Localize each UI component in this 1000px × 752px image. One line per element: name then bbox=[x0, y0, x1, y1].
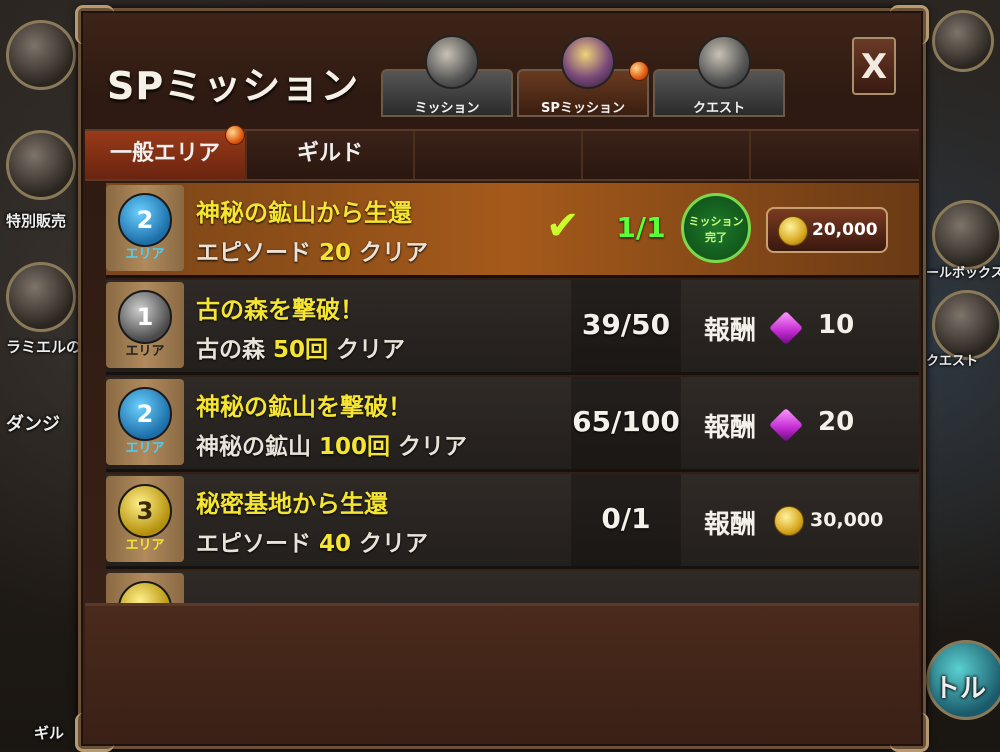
claim-reward-button[interactable]: 20,000 bbox=[766, 207, 888, 253]
quest-helmet-icon bbox=[697, 35, 751, 89]
subtab-empty bbox=[583, 131, 751, 179]
reward-label: 報酬 bbox=[704, 510, 757, 540]
close-button[interactable]: X bbox=[852, 37, 896, 95]
tab-label: クエスト bbox=[692, 101, 745, 116]
subtab-label: 一般エリア bbox=[109, 141, 220, 166]
mission-row[interactable]: 2 エリア 神秘の鉱山を撃破！ 神秘の鉱山 100回 クリア 65/100 報酬… bbox=[106, 377, 919, 472]
mission-progress: 0/1 bbox=[601, 502, 651, 535]
subtab-general-area[interactable]: 一般エリア bbox=[85, 131, 247, 179]
battle-label: トル bbox=[934, 674, 987, 704]
reward-label: 報酬 bbox=[704, 316, 757, 346]
desc-suffix: クリア bbox=[359, 531, 429, 557]
subtab-empty bbox=[751, 131, 919, 179]
area-badge-icon: 2 bbox=[118, 387, 172, 441]
mission-description: エピソード 20 クリア bbox=[196, 233, 428, 267]
tab-label: ミッション bbox=[414, 101, 480, 116]
reward-value: 10 bbox=[818, 310, 855, 340]
mission-row[interactable] bbox=[106, 571, 919, 603]
mission-description: エピソード 40 クリア bbox=[196, 524, 428, 558]
reward-value: 30,000 bbox=[810, 509, 884, 531]
mission-description: 古の森 50回 クリア bbox=[196, 330, 405, 364]
mission-title: 秘密基地から生還 bbox=[196, 490, 388, 518]
purple-gem-icon bbox=[769, 408, 803, 442]
mission-scroll-icon bbox=[425, 35, 479, 89]
special-sale-button[interactable] bbox=[6, 130, 76, 200]
subtab-bar: 一般エリア ギルド bbox=[85, 125, 919, 181]
desc-suffix: クリア bbox=[398, 434, 468, 460]
panel-corner-ornament bbox=[75, 5, 114, 44]
desc-suffix: クリア bbox=[359, 240, 429, 266]
subtab-empty bbox=[415, 131, 583, 179]
panel-footer bbox=[85, 603, 919, 744]
subtab-guild[interactable]: ギルド bbox=[247, 131, 415, 179]
mission-progress: 65/100 bbox=[572, 405, 680, 438]
mission-complete-seal-icon: ミッション完了 bbox=[681, 193, 751, 263]
tab-sp-mission[interactable]: SPミッション bbox=[517, 35, 649, 117]
gold-coin-icon bbox=[778, 216, 808, 246]
mission-list[interactable]: 2 エリア 神秘の鉱山から生還 エピソード 20 クリア ✔ 1/1 ミッション… bbox=[106, 183, 919, 603]
mission-title: 神秘の鉱山から生還 bbox=[196, 199, 412, 227]
desc-count: 100回 bbox=[319, 434, 391, 460]
hero-portrait-button[interactable] bbox=[6, 20, 76, 90]
reward-value: 20 bbox=[818, 407, 855, 437]
settings-gear-icon[interactable] bbox=[932, 10, 994, 72]
notification-dot-icon bbox=[629, 61, 649, 81]
desc-prefix: 古の森 bbox=[196, 337, 265, 363]
sp-mission-panel: SPミッション ミッション SPミッション クエスト X 一般エリア ギルド 2… bbox=[75, 5, 929, 752]
dungeon-label: ダンジ bbox=[6, 414, 60, 435]
panel-corner-ornament bbox=[890, 5, 929, 44]
mission-title: 古の森を撃破！ bbox=[196, 296, 364, 324]
area-label: エリア bbox=[125, 538, 165, 553]
reward-label: 報酬 bbox=[704, 413, 757, 443]
mission-row[interactable]: 2 エリア 神秘の鉱山から生還 エピソード 20 クリア ✔ 1/1 ミッション… bbox=[106, 183, 919, 278]
area-label: エリア bbox=[125, 247, 165, 262]
event-label: ラミエルの bbox=[6, 338, 82, 356]
checkmark-icon: ✔ bbox=[546, 203, 580, 249]
mailbox-button[interactable] bbox=[932, 200, 1000, 270]
panel-title: SPミッション bbox=[107, 64, 360, 108]
tab-quest[interactable]: クエスト bbox=[653, 35, 785, 117]
subtab-label: ギルド bbox=[296, 141, 363, 166]
desc-prefix: 神秘の鉱山 bbox=[196, 434, 311, 460]
area-badge-icon: 1 bbox=[118, 290, 172, 344]
desc-count: 20 bbox=[319, 240, 352, 266]
sp-mission-trophy-icon bbox=[561, 35, 615, 89]
purple-gem-icon bbox=[769, 311, 803, 345]
event-button[interactable] bbox=[6, 262, 76, 332]
desc-prefix: エピソード bbox=[196, 531, 311, 557]
gold-coin-icon bbox=[774, 506, 804, 536]
mission-row[interactable]: 3 エリア 秘密基地から生還 エピソード 40 クリア 0/1 報酬 30,00… bbox=[106, 474, 919, 569]
notification-dot-icon bbox=[225, 125, 245, 145]
area-badge-icon: 3 bbox=[118, 484, 172, 538]
mission-description: 神秘の鉱山 100回 クリア bbox=[196, 427, 467, 461]
desc-prefix: エピソード bbox=[196, 240, 311, 266]
reward-value: 20,000 bbox=[812, 220, 878, 240]
quest-side-label: クエスト bbox=[926, 354, 979, 369]
left-hud: 特別販売 ラミエルの ダンジ ギル bbox=[0, 0, 82, 750]
area-label: エリア bbox=[125, 344, 165, 359]
mission-title: 神秘の鉱山を撃破！ bbox=[196, 393, 412, 421]
desc-count: 50回 bbox=[273, 337, 329, 363]
special-sale-label: 特別販売 bbox=[6, 212, 67, 230]
guild-bottom-label: ギル bbox=[34, 724, 65, 742]
tab-mission[interactable]: ミッション bbox=[381, 35, 513, 117]
area-label: エリア bbox=[125, 441, 165, 456]
mission-row[interactable]: 1 エリア 古の森を撃破！ 古の森 50回 クリア 39/50 報酬 10 bbox=[106, 280, 919, 375]
mission-progress: 39/50 bbox=[581, 308, 671, 341]
tab-label: SPミッション bbox=[541, 101, 625, 116]
mailbox-label: ールボックス bbox=[926, 266, 1000, 281]
desc-count: 40 bbox=[319, 531, 352, 557]
area-badge-icon: 2 bbox=[118, 193, 172, 247]
right-hud: ールボックス クエスト トル bbox=[920, 0, 1000, 750]
desc-suffix: クリア bbox=[336, 337, 406, 363]
